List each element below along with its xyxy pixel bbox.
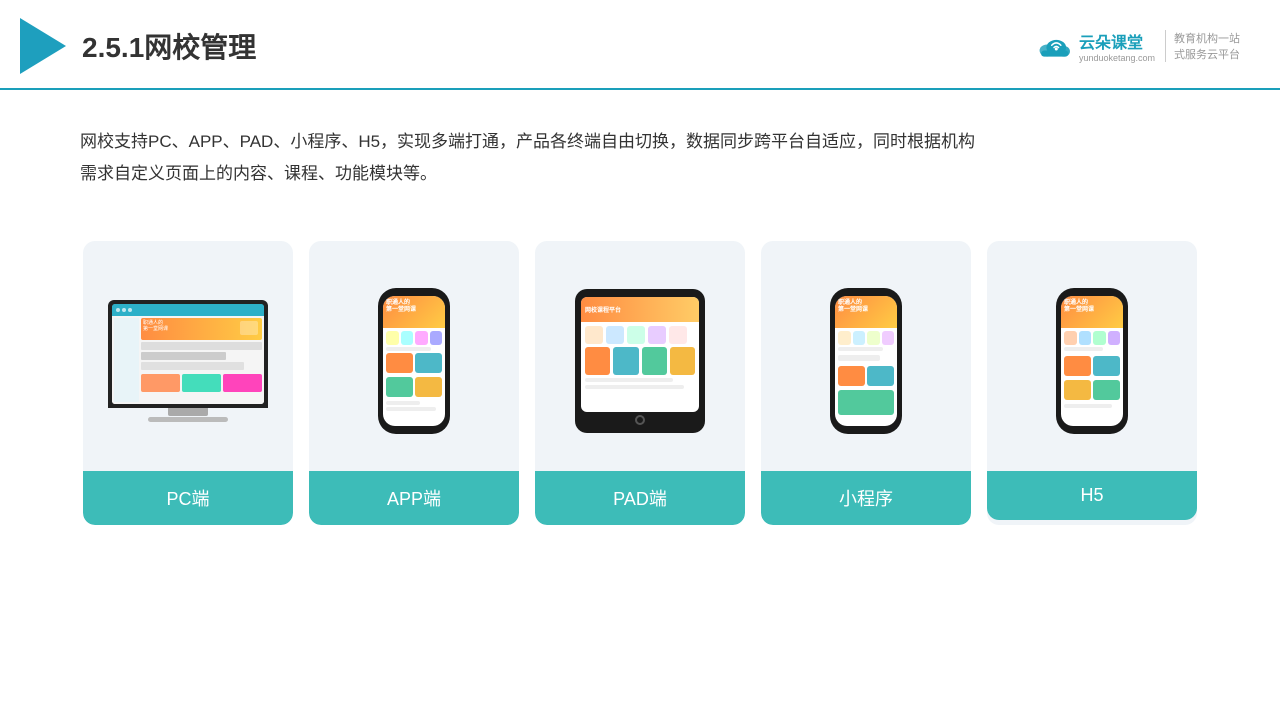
header-left: 2.5.1网校管理 — [20, 18, 256, 74]
tablet-outer: 网校课程平台 — [575, 289, 705, 433]
header-right: 云朵课堂 yunduoketang.com 教育机构一站 式服务云平台 — [1035, 29, 1240, 63]
device-card-miniapp: 职通人的第一堂网课 — [761, 241, 971, 525]
pad-mockup-container: 网校课程平台 — [535, 241, 745, 471]
phone-outer-miniapp: 职通人的第一堂网课 — [830, 288, 902, 434]
miniapp-label: 小程序 — [761, 471, 971, 525]
pc-screen-inner: 职通人的第一堂网课 — [112, 304, 264, 404]
device-card-h5: 职通人的第一堂网课 — [987, 241, 1197, 525]
pad-label: PAD端 — [535, 471, 745, 525]
app-mockup-container: 职通人的第一堂网课 — [309, 241, 519, 471]
header: 2.5.1网校管理 云朵课堂 yunduoketang.com — [0, 0, 1280, 90]
slogan-line2: 式服务云平台 — [1174, 46, 1240, 62]
page-container: 2.5.1网校管理 云朵课堂 yunduoketang.com — [0, 0, 1280, 720]
brand-slogan: 教育机构一站 式服务云平台 — [1165, 30, 1240, 62]
pc-mockup-container: 职通人的第一堂网课 — [83, 241, 293, 471]
tablet-screen: 网校课程平台 — [581, 297, 699, 412]
logo-triangle-icon — [20, 18, 66, 74]
phone-screen-h5: 职通人的第一堂网课 — [1061, 296, 1123, 426]
brand-url: yunduoketang.com — [1079, 53, 1155, 63]
device-card-pad: 网校课程平台 — [535, 241, 745, 525]
cloud-icon — [1035, 32, 1073, 60]
cards-section: 职通人的第一堂网课 — [0, 221, 1280, 555]
phone-mockup-h5: 职通人的第一堂网课 — [1056, 288, 1128, 434]
page-title: 2.5.1网校管理 — [82, 26, 256, 66]
h5-label: H5 — [987, 471, 1197, 520]
phone-screen-miniapp: 职通人的第一堂网课 — [835, 296, 897, 426]
pc-label: PC端 — [83, 471, 293, 525]
miniapp-mockup-container: 职通人的第一堂网课 — [761, 241, 971, 471]
phone-mockup-miniapp: 职通人的第一堂网课 — [830, 288, 902, 434]
phone-outer-h5: 职通人的第一堂网课 — [1056, 288, 1128, 434]
description-line1: 网校支持PC、APP、PAD、小程序、H5，实现多端打通，产品各终端自由切换，数… — [80, 126, 1200, 158]
tablet-mockup: 网校课程平台 — [575, 289, 705, 433]
app-label: APP端 — [309, 471, 519, 525]
pc-screen-outer: 职通人的第一堂网课 — [108, 300, 268, 408]
phone-screen-app: 职通人的第一堂网课 — [383, 296, 445, 426]
phone-outer-app: 职通人的第一堂网课 — [378, 288, 450, 434]
brand-logo: 云朵课堂 yunduoketang.com 教育机构一站 式服务云平台 — [1035, 29, 1240, 63]
description: 网校支持PC、APP、PAD、小程序、H5，实现多端打通，产品各终端自由切换，数… — [0, 90, 1280, 211]
h5-mockup-container: 职通人的第一堂网课 — [987, 241, 1197, 471]
device-card-app: 职通人的第一堂网课 — [309, 241, 519, 525]
pc-mockup: 职通人的第一堂网课 — [108, 300, 268, 422]
phone-mockup-app: 职通人的第一堂网课 — [378, 288, 450, 434]
tablet-home-button — [635, 415, 645, 425]
brand-info: 云朵课堂 yunduoketang.com — [1079, 29, 1155, 63]
slogan-line1: 教育机构一站 — [1174, 30, 1240, 46]
description-line2: 需求自定义页面上的内容、课程、功能模块等。 — [80, 158, 1200, 190]
brand-name: 云朵课堂 — [1079, 29, 1155, 53]
device-card-pc: 职通人的第一堂网课 — [83, 241, 293, 525]
